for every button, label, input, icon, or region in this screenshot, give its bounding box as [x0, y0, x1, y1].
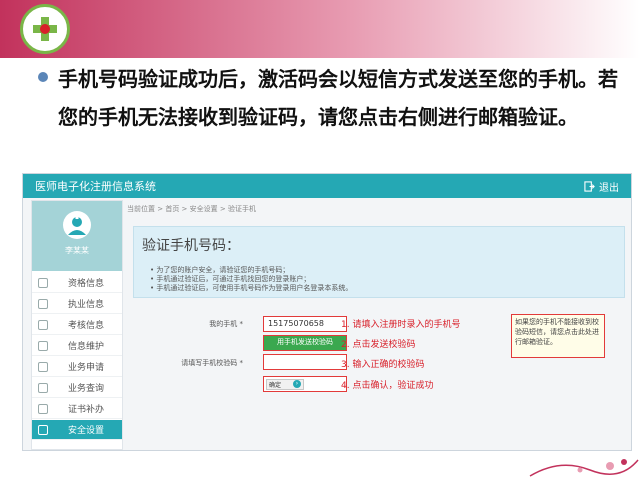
info-line: • 手机通过验证后，可使用手机号码作为登录用户名登录本系统。 — [150, 284, 353, 292]
sidebar-item-label: 信息维护 — [68, 342, 105, 352]
sidebar-item-label: 执业信息 — [68, 300, 105, 310]
verification-code-input[interactable] — [263, 354, 347, 370]
document-icon — [38, 319, 48, 330]
sidebar-item-query[interactable]: 业务查询 — [32, 378, 122, 398]
phone-label: 我的手机 * — [209, 320, 243, 328]
logout-icon — [584, 181, 595, 192]
sidebar-item-qualification[interactable]: 资格信息 — [32, 273, 122, 293]
floral-decoration-icon — [529, 459, 639, 477]
app-title: 医师电子化注册信息系统 — [35, 180, 156, 193]
arrow-right-icon: › — [293, 380, 301, 388]
lock-icon — [38, 424, 48, 435]
code-label: 请填写手机校验码 * — [181, 359, 243, 367]
confirm-label: 确定 — [269, 381, 282, 389]
phone-input[interactable]: 15175070658 — [263, 316, 347, 332]
sidebar-item-practice[interactable]: 执业信息 — [32, 294, 122, 314]
user-profile: 李某某 — [32, 201, 122, 271]
info-title: 验证手机号码： — [142, 238, 240, 254]
sidebar-item-label: 证书补办 — [68, 405, 105, 415]
logout-button[interactable]: 退出 — [584, 179, 619, 194]
sidebar-item-label: 安全设置 — [68, 426, 105, 436]
medical-logo-icon — [20, 4, 70, 54]
sidebar-item-security[interactable]: 安全设置 — [32, 420, 122, 440]
step-4: 4. 点击确认，验证成功 — [341, 381, 434, 391]
certificate-icon — [38, 403, 48, 414]
breadcrumb: 当前位置 > 首页 > 安全设置 > 验证手机 — [127, 205, 256, 213]
step-2: 2. 点击发送校验码 — [341, 340, 416, 350]
step-3: 3. 输入正确的校验码 — [341, 360, 425, 370]
logout-label: 退出 — [599, 183, 619, 194]
app-header: 医师电子化注册信息系统 退出 — [23, 174, 631, 198]
file-icon — [38, 361, 48, 372]
sidebar-item-maintenance[interactable]: 信息维护 — [32, 336, 122, 356]
email-verify-link[interactable]: 如果您的手机不能接收到校验码短信，请您点击此处进行邮箱验证。 — [511, 314, 605, 358]
sidebar-item-assessment[interactable]: 考核信息 — [32, 315, 122, 335]
send-code-button[interactable]: 用手机发送校验码 — [263, 335, 347, 351]
confirm-button[interactable]: 确定 › — [266, 378, 304, 390]
sidebar: 李某某 资格信息 执业信息 考核信息 信息维护 业务申请 业务查询 证书补办 安… — [31, 200, 123, 450]
document-icon — [38, 277, 48, 288]
step-1: 1. 请填入注册时录入的手机号 — [341, 320, 461, 330]
slide-instruction-text: 手机号码验证成功后，激活码会以短信方式发送至您的手机。若您的手机无法接收到验证码… — [58, 67, 618, 129]
sidebar-item-certificate[interactable]: 证书补办 — [32, 399, 122, 419]
headset-icon — [38, 298, 48, 309]
app-window: 医师电子化注册信息系统 退出 李某某 资格信息 执业信息 考核信息 信息维护 业… — [22, 173, 632, 451]
sidebar-item-label: 考核信息 — [68, 321, 105, 331]
info-panel: 验证手机号码： • 为了您的账户安全，请验证您的手机号码； • 手机通过验证后，… — [133, 226, 625, 298]
sidebar-item-application[interactable]: 业务申请 — [32, 357, 122, 377]
doctor-avatar-icon — [63, 211, 91, 239]
sidebar-item-label: 资格信息 — [68, 279, 105, 289]
edit-icon — [38, 340, 48, 351]
sidebar-item-label: 业务查询 — [68, 384, 105, 394]
confirm-area: 确定 › — [263, 376, 347, 392]
sidebar-item-label: 业务申请 — [68, 363, 105, 373]
bullet-dot — [38, 72, 48, 82]
slide-header-band — [0, 0, 640, 58]
search-icon — [38, 382, 48, 393]
user-name: 李某某 — [65, 246, 89, 255]
